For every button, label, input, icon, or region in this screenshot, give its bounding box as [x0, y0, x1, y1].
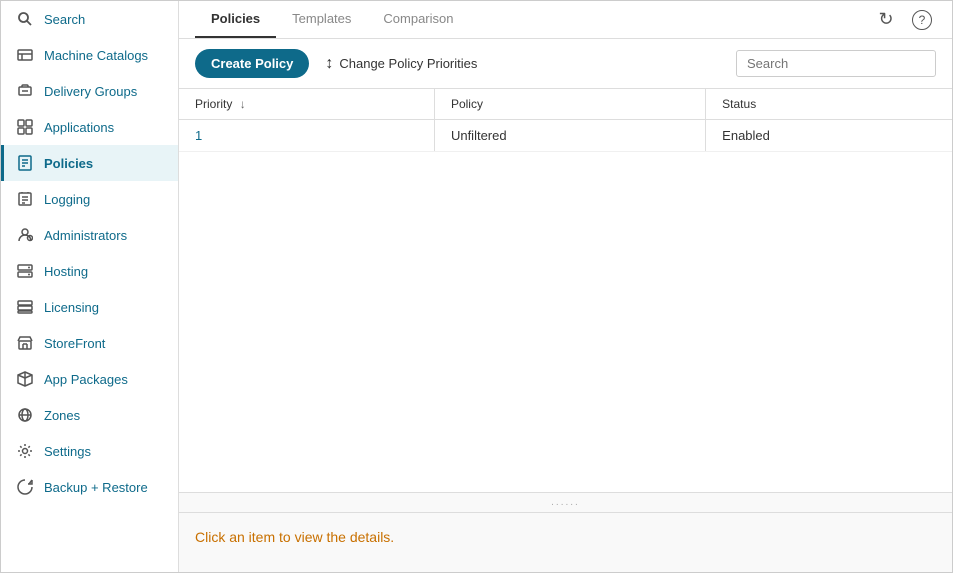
tab-policies[interactable]: Policies — [195, 1, 276, 38]
sidebar-item-label: Licensing — [44, 300, 99, 315]
hosting-icon — [16, 262, 34, 280]
sidebar-item-label: Administrators — [44, 228, 127, 243]
sidebar-item-label: Settings — [44, 444, 91, 459]
cell-status: Enabled — [706, 120, 952, 152]
sidebar-item-label: App Packages — [44, 372, 128, 387]
sidebar-item-settings[interactable]: Settings — [1, 433, 178, 469]
sidebar-item-label: Delivery Groups — [44, 84, 137, 99]
admins-icon — [16, 226, 34, 244]
zones-icon — [16, 406, 34, 424]
change-priority-button[interactable]: ↕ Change Policy Priorities — [325, 55, 477, 73]
priority-change-icon: ↕ — [325, 55, 333, 73]
sidebar-item-label: Machine Catalogs — [44, 48, 148, 63]
sidebar-item-label: Backup + Restore — [44, 480, 148, 495]
sidebar-item-storefront[interactable]: StoreFront — [1, 325, 178, 361]
sidebar-item-licensing[interactable]: Licensing — [1, 289, 178, 325]
sidebar-item-label: Search — [44, 12, 85, 27]
sidebar-item-administrators[interactable]: Administrators — [1, 217, 178, 253]
sidebar-item-label: Hosting — [44, 264, 88, 279]
table-header: Priority ↓ Policy Status — [179, 89, 952, 120]
resizer-dots: ...... — [551, 497, 580, 508]
cell-priority: 1 — [179, 120, 434, 152]
sidebar-item-zones[interactable]: Zones — [1, 397, 178, 433]
search-icon — [16, 10, 34, 28]
storefront-icon — [16, 334, 34, 352]
catalog-icon — [16, 46, 34, 64]
sidebar: Search Machine Catalogs Delivery Groups … — [1, 1, 179, 572]
sort-down-icon: ↓ — [240, 97, 246, 111]
search-input[interactable] — [736, 50, 936, 77]
help-icon: ? — [912, 10, 932, 30]
col-priority: Priority ↓ — [179, 89, 434, 120]
tabs-left: PoliciesTemplatesComparison — [195, 1, 469, 38]
help-button[interactable]: ? — [908, 6, 936, 34]
sidebar-item-label: Logging — [44, 192, 90, 207]
sidebar-item-delivery-groups[interactable]: Delivery Groups — [1, 73, 178, 109]
sidebar-item-label: Applications — [44, 120, 114, 135]
main-content: PoliciesTemplatesComparison ↻ ? Create P… — [179, 1, 952, 572]
settings-icon — [16, 442, 34, 460]
col-status: Status — [706, 89, 952, 120]
sidebar-item-search[interactable]: Search — [1, 1, 178, 37]
refresh-icon: ↻ — [878, 9, 893, 30]
sidebar-item-backup-restore[interactable]: Backup + Restore — [1, 469, 178, 505]
sidebar-item-hosting[interactable]: Hosting — [1, 253, 178, 289]
table-body: 1 Unfiltered Enabled — [179, 120, 952, 152]
refresh-button[interactable]: ↻ — [872, 6, 900, 34]
policies-icon — [16, 154, 34, 172]
col-policy: Policy — [435, 89, 705, 120]
table-row[interactable]: 1 Unfiltered Enabled — [179, 120, 952, 152]
toolbar: Create Policy ↕ Change Policy Priorities — [179, 39, 952, 89]
sidebar-item-policies[interactable]: Policies — [1, 145, 178, 181]
app-packages-icon — [16, 370, 34, 388]
backup-icon — [16, 478, 34, 496]
tabs-bar: PoliciesTemplatesComparison ↻ ? — [179, 1, 952, 39]
policies-table-container: Priority ↓ Policy Status 1 Unfiltered En… — [179, 89, 952, 492]
logging-icon — [16, 190, 34, 208]
resizer-handle[interactable]: ...... — [179, 492, 952, 512]
sidebar-item-label: Policies — [44, 156, 93, 171]
change-priority-label: Change Policy Priorities — [339, 56, 477, 71]
cell-policy: Unfiltered — [435, 120, 705, 152]
licensing-icon — [16, 298, 34, 316]
tab-templates[interactable]: Templates — [276, 1, 367, 38]
sidebar-item-machine-catalogs[interactable]: Machine Catalogs — [1, 37, 178, 73]
applications-icon — [16, 118, 34, 136]
tabs-right: ↻ ? — [872, 6, 936, 34]
tab-comparison[interactable]: Comparison — [367, 1, 469, 38]
policies-table: Priority ↓ Policy Status 1 Unfiltered En… — [179, 89, 952, 152]
sidebar-item-app-packages[interactable]: App Packages — [1, 361, 178, 397]
sidebar-item-label: StoreFront — [44, 336, 105, 351]
sidebar-item-applications[interactable]: Applications — [1, 109, 178, 145]
delivery-icon — [16, 82, 34, 100]
sidebar-item-logging[interactable]: Logging — [1, 181, 178, 217]
toolbar-search-container — [736, 50, 936, 77]
create-policy-button[interactable]: Create Policy — [195, 49, 309, 78]
details-hint: Click an item to view the details. — [195, 529, 394, 545]
sidebar-item-label: Zones — [44, 408, 80, 423]
details-pane: Click an item to view the details. — [179, 512, 952, 572]
